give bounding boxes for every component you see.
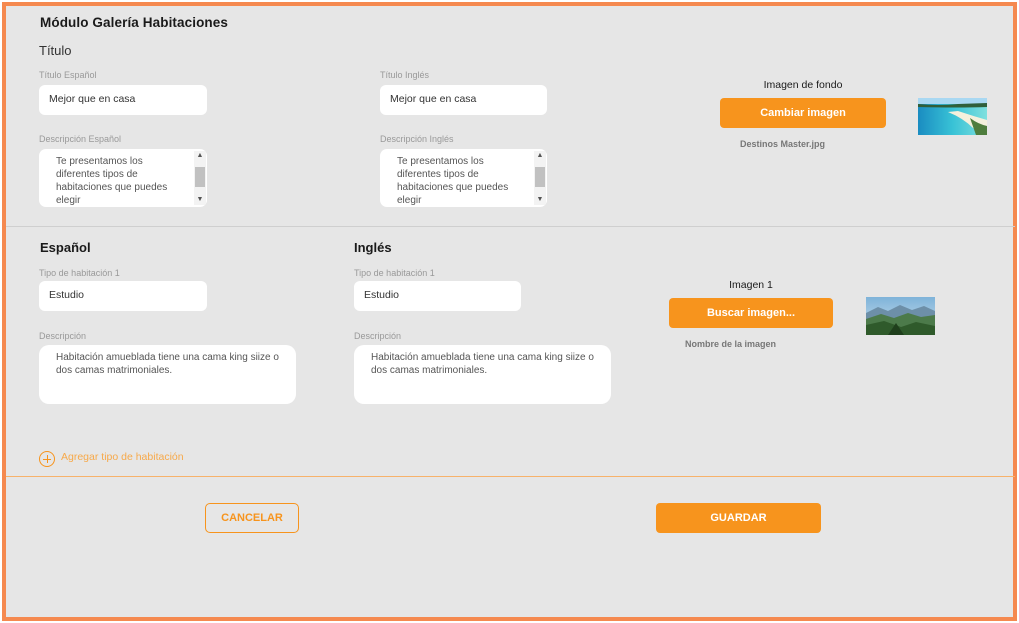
background-image-label: Imagen de fondo (763, 79, 843, 91)
browse-image-button[interactable]: Buscar imagen... (669, 298, 833, 328)
scroll-up-arrow-icon[interactable]: ▲ (534, 151, 546, 161)
scroll-thumb[interactable] (195, 167, 205, 187)
english-heading: Inglés (354, 240, 392, 255)
spanish-heading: Español (40, 240, 91, 255)
room-desc-en-textarea[interactable]: Habitación amueblada tiene una cama king… (354, 345, 611, 404)
save-button[interactable]: GUARDAR (656, 503, 821, 533)
footer-divider (6, 476, 1015, 477)
scroll-down-arrow-icon[interactable]: ▼ (194, 195, 206, 205)
section-subtitle: Título (39, 43, 72, 58)
title-en-input[interactable]: Mejor que en casa (380, 85, 547, 115)
desc-en-text: Te presentamos los diferentes tipos de h… (397, 156, 509, 206)
desc-es-label: Descripción Español (39, 134, 122, 144)
room-image-filename: Nombre de la imagen (685, 339, 777, 349)
desc-en-scrollbar[interactable]: ▲ ▼ (534, 151, 546, 205)
room-type-es-input[interactable]: Estudio (39, 281, 207, 311)
background-image-thumbnail (918, 98, 987, 135)
title-en-label: Título Inglés (380, 70, 430, 80)
room-desc-es-label: Descripción (39, 331, 87, 341)
room-type-en-label: Tipo de habitación 1 (354, 268, 435, 278)
scroll-down-arrow-icon[interactable]: ▼ (534, 195, 546, 205)
room-type-es-label: Tipo de habitación 1 (39, 268, 120, 278)
room-type-en-input[interactable]: Estudio (354, 281, 521, 311)
change-image-button[interactable]: Cambiar imagen (720, 98, 886, 128)
desc-es-textarea[interactable]: Te presentamos los diferentes tipos de h… (39, 149, 207, 207)
desc-es-scrollbar[interactable]: ▲ ▼ (194, 151, 206, 205)
scroll-thumb[interactable] (535, 167, 545, 187)
room-desc-es-textarea[interactable]: Habitación amueblada tiene una cama king… (39, 345, 296, 404)
desc-es-text: Te presentamos los diferentes tipos de h… (56, 156, 168, 206)
room-desc-en-label: Descripción (354, 331, 402, 341)
scroll-up-arrow-icon[interactable]: ▲ (194, 151, 206, 161)
title-es-input[interactable]: Mejor que en casa (39, 85, 207, 115)
add-room-type-link[interactable]: Agregar tipo de habitación (61, 451, 184, 463)
cancel-button[interactable]: CANCELAR (205, 503, 299, 533)
desc-en-textarea[interactable]: Te presentamos los diferentes tipos de h… (380, 149, 547, 207)
room-image-label: Imagen 1 (729, 279, 773, 291)
section-divider (6, 226, 1015, 227)
desc-en-label: Descripción Inglés (380, 134, 454, 144)
add-circle-icon[interactable] (39, 451, 55, 467)
module-title: Módulo Galería Habitaciones (40, 15, 228, 30)
background-image-filename: Destinos Master.jpg (740, 139, 826, 149)
room-image-thumbnail (866, 297, 935, 335)
title-es-label: Título Español (39, 70, 97, 80)
